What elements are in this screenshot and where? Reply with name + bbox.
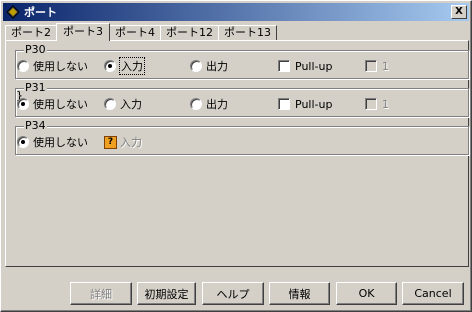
p34-unused-radio[interactable]: 使用しない xyxy=(17,135,88,149)
ok-button[interactable]: OK xyxy=(336,282,397,305)
checkbox-label: Pull-up xyxy=(295,97,333,111)
p31-output-radio[interactable]: 出力 xyxy=(190,97,228,111)
radio-indicator xyxy=(190,60,202,72)
tab-port13[interactable]: ポート13 xyxy=(218,25,277,41)
radio-indicator xyxy=(17,60,29,72)
group-p30: P30 使用しない 入力 出力 Pull-up 1 xyxy=(15,44,469,79)
close-icon: X xyxy=(455,6,463,17)
chip-icon xyxy=(6,5,20,19)
checkbox-label: 1 xyxy=(382,59,389,73)
tab-port2[interactable]: ポート2 xyxy=(5,25,57,41)
radio-label: 入力 xyxy=(119,57,145,75)
tab-strip: ポート2 ポート3 ポート4 ポート12 ポート13 xyxy=(5,23,277,41)
checkbox-indicator xyxy=(278,98,290,110)
tab-port3[interactable]: ポート3 xyxy=(56,23,110,41)
checkbox-label: Pull-up xyxy=(295,59,333,73)
radio-label: 入力 xyxy=(120,98,142,111)
info-button[interactable]: 情報 xyxy=(269,282,330,305)
group-label: P34 xyxy=(24,119,47,132)
checkbox-indicator xyxy=(365,98,377,110)
p30-pullup-checkbox[interactable]: Pull-up xyxy=(278,59,332,73)
title-bar[interactable]: ポート X xyxy=(3,3,469,21)
p31-value-checkbox: 1 xyxy=(365,97,389,111)
close-button[interactable]: X xyxy=(451,5,467,19)
port-dialog: ポート X ポート2 ポート3 ポート4 ポート12 ポート13 P30 使用し… xyxy=(0,0,472,312)
p30-output-radio[interactable]: 出力 xyxy=(190,59,228,73)
p31-input-radio[interactable]: 入力 xyxy=(104,97,142,111)
p30-input-radio[interactable]: 入力 xyxy=(104,57,145,75)
radio-indicator xyxy=(104,98,116,110)
group-label: P30 xyxy=(24,43,47,56)
input-label: 入力 xyxy=(120,136,142,149)
checkbox-label: 1 xyxy=(382,97,389,111)
p31-unused-radio[interactable]: 使用しない xyxy=(17,97,88,111)
group-p31: P31 使用しない 入力 出力 Pull-up 1} xyxy=(15,82,469,117)
radio-indicator xyxy=(190,98,202,110)
radio-label: 使用しない xyxy=(33,98,88,111)
tab-page: P30 使用しない 入力 出力 Pull-up 1 P31 使用しない 入力 出… xyxy=(5,40,469,267)
p30-unused-radio[interactable]: 使用しない xyxy=(17,59,88,73)
p30-value-checkbox: 1 xyxy=(365,59,389,73)
radio-label: 出力 xyxy=(206,98,228,111)
radio-label: 出力 xyxy=(206,60,228,73)
window-title: ポート xyxy=(24,6,57,19)
radio-label: 使用しない xyxy=(33,136,88,149)
radio-indicator xyxy=(17,98,29,110)
radio-indicator xyxy=(17,136,29,148)
checkbox-indicator xyxy=(365,60,377,72)
radio-label: 使用しない xyxy=(33,60,88,73)
checkbox-indicator xyxy=(278,60,290,72)
initial-settings-button[interactable]: 初期設定 xyxy=(137,282,196,305)
tab-port4[interactable]: ポート4 xyxy=(109,25,161,41)
help-button[interactable]: ヘルプ xyxy=(202,282,264,305)
tab-port12[interactable]: ポート12 xyxy=(160,25,219,41)
p31-pullup-checkbox[interactable]: Pull-up xyxy=(278,97,332,111)
details-button: 詳細 xyxy=(70,282,132,305)
radio-indicator xyxy=(104,60,116,72)
p34-input-disabled: ? 入力 xyxy=(104,135,142,149)
group-label: P31 xyxy=(24,81,47,94)
help-icon: ? xyxy=(104,135,117,149)
group-p34: P34 使用しない ? 入力 xyxy=(15,120,469,155)
cancel-button[interactable]: Cancel xyxy=(402,282,464,305)
